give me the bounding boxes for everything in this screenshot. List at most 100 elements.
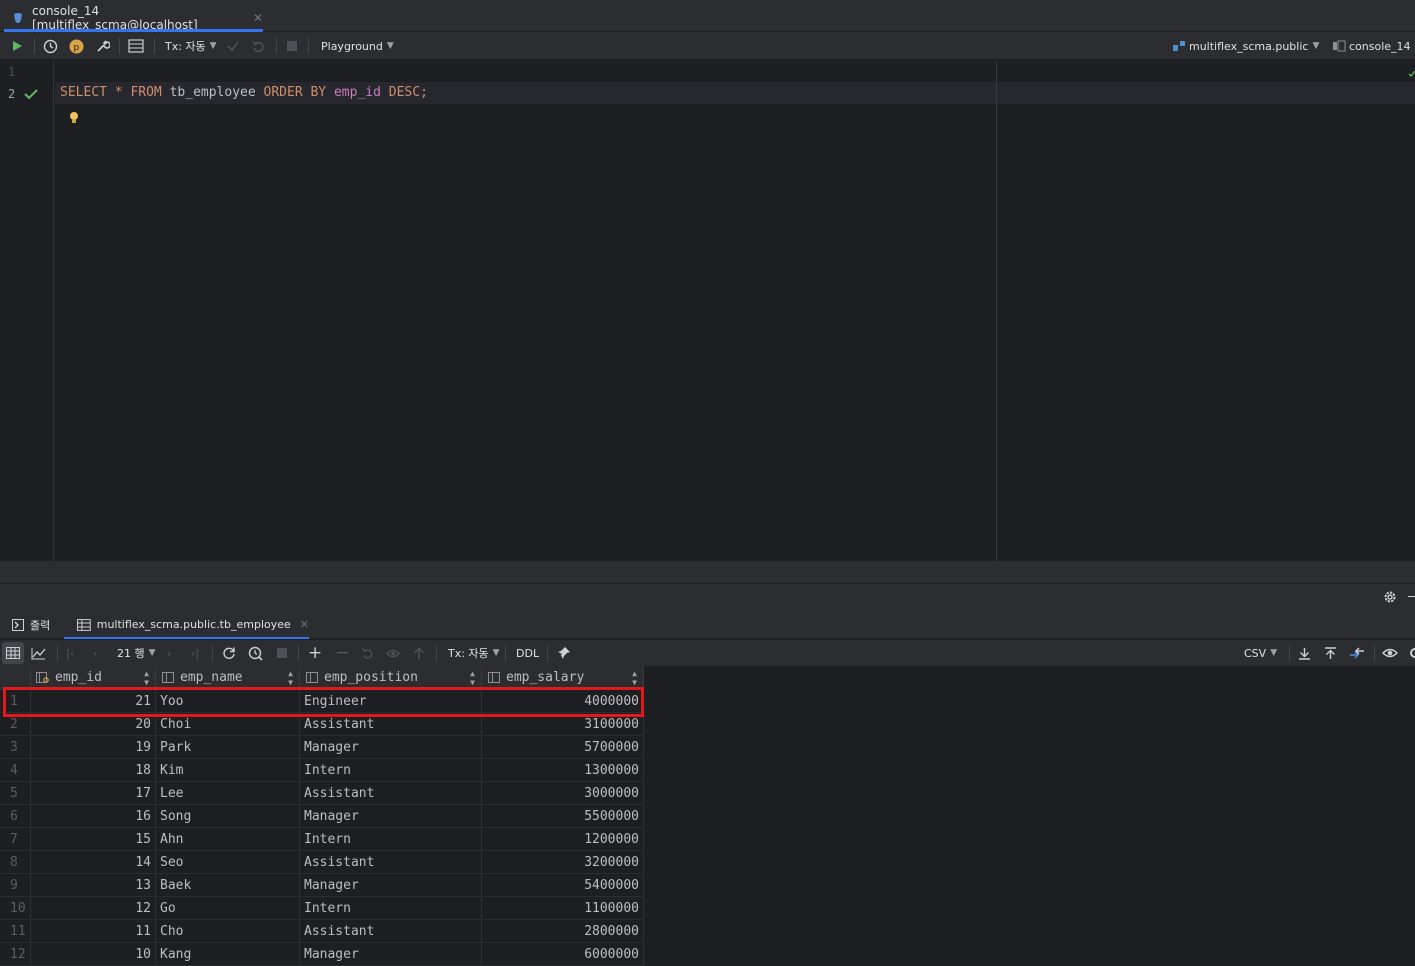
rollback-button[interactable] — [251, 32, 265, 60]
console-selector[interactable]: console_14 — [1332, 32, 1411, 60]
cell-emp-position[interactable]: Intern — [300, 828, 482, 851]
playground-dropdown[interactable]: Playground ▼ — [321, 32, 394, 60]
cell-emp-name[interactable]: Seo — [156, 851, 300, 874]
cell-emp-name[interactable]: Park — [156, 736, 300, 759]
cell-emp-salary[interactable]: 3200000 — [482, 851, 644, 874]
table-row[interactable]: 4 18 Kim Intern 1300000 — [0, 759, 644, 782]
rows-count-dropdown[interactable]: 21 행 ▼ — [117, 640, 156, 666]
prev-page-button[interactable]: ‹ — [93, 640, 97, 666]
cancel-query-button[interactable] — [276, 640, 288, 666]
cell-emp-salary[interactable]: 6000000 — [482, 943, 644, 966]
cell-emp-salary[interactable]: 2800000 — [482, 920, 644, 943]
explain-plan-button[interactable]: p — [69, 32, 84, 60]
reload-button[interactable] — [222, 640, 236, 666]
export-format-dropdown[interactable]: CSV ▼ — [1244, 640, 1277, 666]
tx-mode-dropdown[interactable]: Tx: 자동 ▼ — [165, 32, 217, 60]
submit-button[interactable] — [413, 640, 425, 666]
export-button[interactable] — [1298, 640, 1311, 666]
view-options-button[interactable] — [1382, 640, 1398, 666]
stop-button[interactable] — [286, 32, 298, 60]
cell-emp-position[interactable]: Assistant — [300, 920, 482, 943]
tab-result-table[interactable]: multiflex_scma.public.tb_employee ✕ — [64, 610, 309, 639]
history-button[interactable] — [43, 32, 58, 60]
pin-tab-button[interactable] — [557, 640, 571, 666]
sort-icon[interactable]: ▲ ▼ — [144, 669, 149, 687]
chart-view-toggle[interactable] — [31, 640, 46, 666]
cell-emp-salary[interactable]: 1300000 — [482, 759, 644, 782]
sort-icon[interactable]: ▲ ▼ — [632, 669, 637, 687]
cell-emp-name[interactable]: Lee — [156, 782, 300, 805]
ddl-button[interactable]: DDL — [516, 640, 539, 666]
cell-emp-position[interactable]: Intern — [300, 759, 482, 782]
cell-emp-id[interactable]: 13 — [31, 874, 156, 897]
more-settings-button[interactable] — [1408, 640, 1415, 666]
cell-emp-id[interactable]: 14 — [31, 851, 156, 874]
cell-emp-position[interactable]: Manager — [300, 943, 482, 966]
cell-emp-name[interactable]: Ahn — [156, 828, 300, 851]
results-layout-button[interactable] — [128, 32, 144, 60]
cell-emp-salary[interactable]: 5500000 — [482, 805, 644, 828]
commit-button[interactable] — [226, 32, 240, 60]
next-page-button[interactable]: › — [167, 640, 171, 666]
table-row[interactable]: 12 10 Kang Manager 6000000 — [0, 943, 644, 966]
cell-emp-salary[interactable]: 3000000 — [482, 782, 644, 805]
run-button[interactable] — [10, 32, 24, 60]
table-row[interactable]: 11 11 Cho Assistant 2800000 — [0, 920, 644, 943]
grid-view-toggle[interactable] — [2, 642, 24, 664]
gear-icon[interactable] — [1383, 590, 1397, 604]
cell-emp-position[interactable]: Assistant — [300, 782, 482, 805]
cell-emp-salary[interactable]: 1200000 — [482, 828, 644, 851]
cell-emp-id[interactable]: 17 — [31, 782, 156, 805]
first-page-button[interactable]: |‹ — [66, 640, 74, 666]
revert-button[interactable] — [361, 640, 374, 666]
sort-icon[interactable]: ▲ ▼ — [470, 669, 475, 687]
table-row[interactable]: 9 13 Baek Manager 5400000 — [0, 874, 644, 897]
cell-emp-position[interactable]: Assistant — [300, 851, 482, 874]
cell-emp-id[interactable]: 18 — [31, 759, 156, 782]
cell-emp-position[interactable]: Manager — [300, 736, 482, 759]
sql-statement[interactable]: SELECT * FROM tb_employee ORDER BY emp_i… — [60, 85, 428, 100]
lightbulb-icon[interactable] — [68, 111, 80, 128]
table-row[interactable]: 6 16 Song Manager 5500000 — [0, 805, 644, 828]
sort-icon[interactable]: ▲ ▼ — [288, 669, 293, 687]
schema-selector[interactable]: multiflex_scma.public ▼ — [1172, 32, 1319, 60]
table-row[interactable]: 10 12 Go Intern 1100000 — [0, 897, 644, 920]
cell-emp-id[interactable]: 11 — [31, 920, 156, 943]
close-tab-icon[interactable]: ✕ — [253, 11, 263, 25]
tab-output[interactable]: 출력 — [12, 610, 50, 639]
cell-emp-position[interactable]: Manager — [300, 874, 482, 897]
cell-emp-id[interactable]: 15 — [31, 828, 156, 851]
minimize-icon[interactable] — [1408, 596, 1415, 597]
cell-emp-id[interactable]: 19 — [31, 736, 156, 759]
cell-emp-name[interactable]: Song — [156, 805, 300, 828]
editor-tab-console[interactable]: console_14 [multiflex_scma@localhost] ✕ — [4, 3, 263, 32]
cell-emp-position[interactable]: Intern — [300, 897, 482, 920]
sql-editor[interactable]: 1 2 SELECT * FROM tb_employee ORDER BY e… — [0, 61, 1415, 561]
add-row-button[interactable]: + — [308, 640, 322, 666]
cell-emp-name[interactable]: Baek — [156, 874, 300, 897]
delete-row-button[interactable]: − — [335, 640, 349, 666]
cell-emp-name[interactable]: Kang — [156, 943, 300, 966]
compare-button[interactable] — [1349, 640, 1365, 666]
view-changes-button[interactable] — [386, 640, 400, 666]
cell-emp-salary[interactable]: 5700000 — [482, 736, 644, 759]
table-row[interactable]: 3 19 Park Manager 5700000 — [0, 736, 644, 759]
cell-emp-name[interactable]: Go — [156, 897, 300, 920]
cell-emp-id[interactable]: 10 — [31, 943, 156, 966]
cell-emp-name[interactable]: Cho — [156, 920, 300, 943]
cell-emp-name[interactable]: Kim — [156, 759, 300, 782]
import-button[interactable] — [1324, 640, 1337, 666]
cell-emp-position[interactable]: Manager — [300, 805, 482, 828]
table-row[interactable]: 8 14 Seo Assistant 3200000 — [0, 851, 644, 874]
cell-emp-salary[interactable]: 5400000 — [482, 874, 644, 897]
settings-button[interactable] — [95, 32, 110, 60]
cell-emp-salary[interactable]: 1100000 — [482, 897, 644, 920]
close-tab-icon[interactable]: ✕ — [300, 618, 309, 631]
history-button[interactable] — [248, 640, 264, 666]
cell-emp-id[interactable]: 12 — [31, 897, 156, 920]
table-row[interactable]: 7 15 Ahn Intern 1200000 — [0, 828, 644, 851]
last-page-button[interactable]: ›| — [191, 640, 199, 666]
table-row[interactable]: 5 17 Lee Assistant 3000000 — [0, 782, 644, 805]
cell-emp-id[interactable]: 16 — [31, 805, 156, 828]
tx-mode-dropdown[interactable]: Tx: 자동 ▼ — [448, 640, 500, 666]
